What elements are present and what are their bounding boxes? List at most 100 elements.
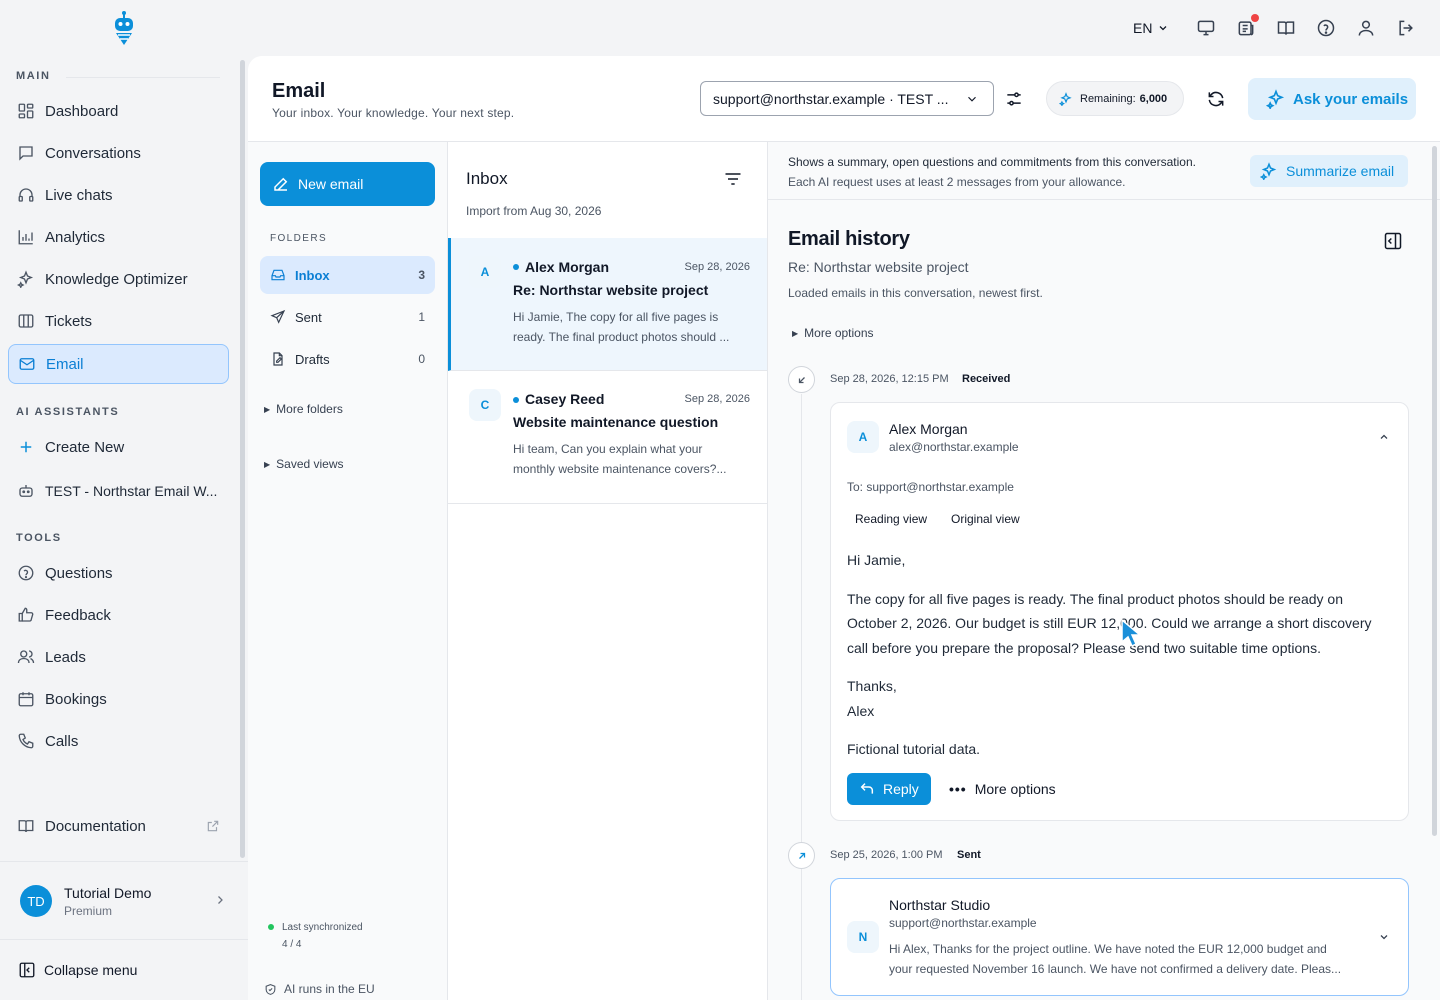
sidebar-item-analytics[interactable]: Analytics xyxy=(8,217,229,257)
more-options-toggle[interactable]: ▶ More options xyxy=(792,326,874,340)
sender-name: Alex Morgan xyxy=(525,259,610,275)
sidebar-item-conversations[interactable]: Conversations xyxy=(8,133,229,173)
entry-datetime: Sep 25, 2026, 1:00 PM xyxy=(830,849,943,861)
page-title: Email xyxy=(272,80,326,102)
sidebar-scrollbar[interactable] xyxy=(240,60,245,858)
entry-datetime: Sep 28, 2026, 12:15 PM xyxy=(830,373,949,385)
sparkle-icon xyxy=(1266,89,1285,109)
monitor-icon[interactable] xyxy=(1196,18,1216,38)
app-logo[interactable] xyxy=(111,10,137,46)
user-name: Tutorial Demo xyxy=(64,885,152,901)
logout-icon[interactable] xyxy=(1396,18,1416,38)
list-item[interactable]: A Alex Morgan Sep 28, 2026 Re: Northstar… xyxy=(448,238,767,371)
sidebar-item-tickets[interactable]: Tickets xyxy=(8,301,229,341)
sidebar-item-live-chats[interactable]: Live chats xyxy=(8,175,229,215)
sidebar-item-documentation[interactable]: Documentation xyxy=(8,806,229,846)
saved-views-label: Saved views xyxy=(276,457,344,471)
sender-name: Northstar Studio xyxy=(889,897,991,913)
filter-settings-icon[interactable] xyxy=(1004,89,1024,109)
account-select[interactable]: support@northstar.example · TEST ... xyxy=(700,81,994,116)
folder-inbox[interactable]: Inbox 3 xyxy=(260,256,435,294)
more-folders-label: More folders xyxy=(276,402,343,416)
sidebar-item-bookings[interactable]: Bookings xyxy=(8,679,229,719)
sparkle-icon xyxy=(1059,91,1072,106)
sidebar-item-label: Knowledge Optimizer xyxy=(45,270,188,288)
main-panel: Email Your inbox. Your knowledge. Your n… xyxy=(248,56,1440,1000)
panel-toggle-icon[interactable] xyxy=(1383,231,1403,251)
chevron-down-icon xyxy=(968,96,976,102)
sidebar-item-label: TEST - Northstar Email W... xyxy=(45,483,218,499)
sidebar-item-label: Documentation xyxy=(45,817,146,835)
tab-reading-view[interactable]: Reading view xyxy=(847,507,936,531)
folder-label: Drafts xyxy=(295,351,330,367)
arrow-up-right-icon xyxy=(798,852,805,859)
sidebar-item-knowledge-optimizer[interactable]: Knowledge Optimizer xyxy=(8,259,229,299)
news-button[interactable] xyxy=(1236,14,1259,38)
body-line: Alex xyxy=(847,702,875,719)
plus-icon xyxy=(20,441,32,453)
user-icon[interactable] xyxy=(1356,18,1376,38)
import-text: Import from Aug 30, 2026 xyxy=(466,204,602,218)
sidebar-item-questions[interactable]: Questions xyxy=(8,553,229,593)
detail-scrollbar[interactable] xyxy=(1432,146,1437,836)
language-select[interactable]: EN xyxy=(1133,20,1169,36)
summarize-label: Summarize email xyxy=(1286,163,1395,179)
sync-status-dot xyxy=(268,924,274,930)
triangle-right-icon: ▶ xyxy=(264,459,271,469)
headset-icon xyxy=(18,188,34,202)
shield-icon xyxy=(265,983,276,995)
phone-icon xyxy=(18,733,34,749)
folder-count: 3 xyxy=(418,268,425,282)
sort-filter-icon[interactable] xyxy=(723,169,743,189)
email-card[interactable]: N Northstar Studio support@northstar.exa… xyxy=(830,878,1409,996)
inbox-icon xyxy=(19,358,35,370)
triangle-right-icon: ▶ xyxy=(792,328,799,338)
sender-name: Casey Reed xyxy=(525,391,605,407)
more-options-button[interactable]: ••• More options xyxy=(949,773,1056,805)
sidebar-item-create-new[interactable]: Create New xyxy=(8,427,229,467)
tab-original-view[interactable]: Original view xyxy=(943,507,1028,531)
users-icon xyxy=(17,650,35,664)
chevron-down-icon[interactable] xyxy=(1378,931,1390,943)
dashboard-icon xyxy=(18,103,34,119)
body-line: Thanks, xyxy=(847,678,897,694)
chat-icon xyxy=(19,146,33,161)
email-card: A Alex Morgan alex@northstar.example To:… xyxy=(830,402,1409,821)
reply-label: Reply xyxy=(883,781,919,797)
collapse-menu-label: Collapse menu xyxy=(44,962,138,978)
user-profile[interactable]: TD Tutorial Demo Premium xyxy=(8,872,238,930)
triangle-right-icon: ▶ xyxy=(264,404,271,414)
new-email-button[interactable]: New email xyxy=(260,162,435,206)
entry-status: Received xyxy=(962,373,1011,385)
list-item[interactable]: C Casey Reed Sep 28, 2026 Website mainte… xyxy=(448,371,767,504)
reply-button[interactable]: Reply xyxy=(847,773,931,805)
more-folders-toggle[interactable]: ▶ More folders xyxy=(264,402,343,416)
sidebar-item-label: Create New xyxy=(45,438,125,456)
folder-drafts[interactable]: Drafts 0 xyxy=(260,340,435,378)
sidebar-item-feedback[interactable]: Feedback xyxy=(8,595,229,635)
sidebar-item-leads[interactable]: Leads xyxy=(8,637,229,677)
chevron-up-icon[interactable] xyxy=(1378,431,1390,443)
chevron-down-icon xyxy=(1160,26,1167,31)
history-subject: Re: Northstar website project xyxy=(788,259,969,275)
sidebar-item-calls[interactable]: Calls xyxy=(8,721,229,761)
message-list: Inbox Import from Aug 30, 2026 A Alex Mo… xyxy=(448,142,768,1000)
sparkle-icon xyxy=(17,270,34,288)
saved-views-toggle[interactable]: ▶ Saved views xyxy=(264,457,344,471)
body-line: Hi Jamie, xyxy=(847,552,906,568)
ask-emails-button[interactable]: Ask your emails xyxy=(1248,78,1416,120)
folder-sent[interactable]: Sent 1 xyxy=(260,298,435,336)
help-icon[interactable] xyxy=(1316,18,1336,38)
sidebar-item-dashboard[interactable]: Dashboard xyxy=(8,91,229,131)
sidebar-item-assistant[interactable]: TEST - Northstar Email W... xyxy=(8,471,229,511)
divider xyxy=(0,861,248,862)
refresh-icon[interactable] xyxy=(1206,89,1226,109)
sidebar-item-label: Leads xyxy=(45,648,86,666)
recipient: To: support@northstar.example xyxy=(847,480,1014,494)
collapse-menu-button[interactable]: Collapse menu xyxy=(18,960,137,980)
book-icon[interactable] xyxy=(1276,18,1296,38)
sidebar-item-label: Feedback xyxy=(45,606,111,624)
summarize-button[interactable]: Summarize email xyxy=(1250,155,1408,187)
eu-notice: AI runs in the EU xyxy=(264,982,375,996)
sidebar-item-email[interactable]: Email xyxy=(8,344,229,384)
